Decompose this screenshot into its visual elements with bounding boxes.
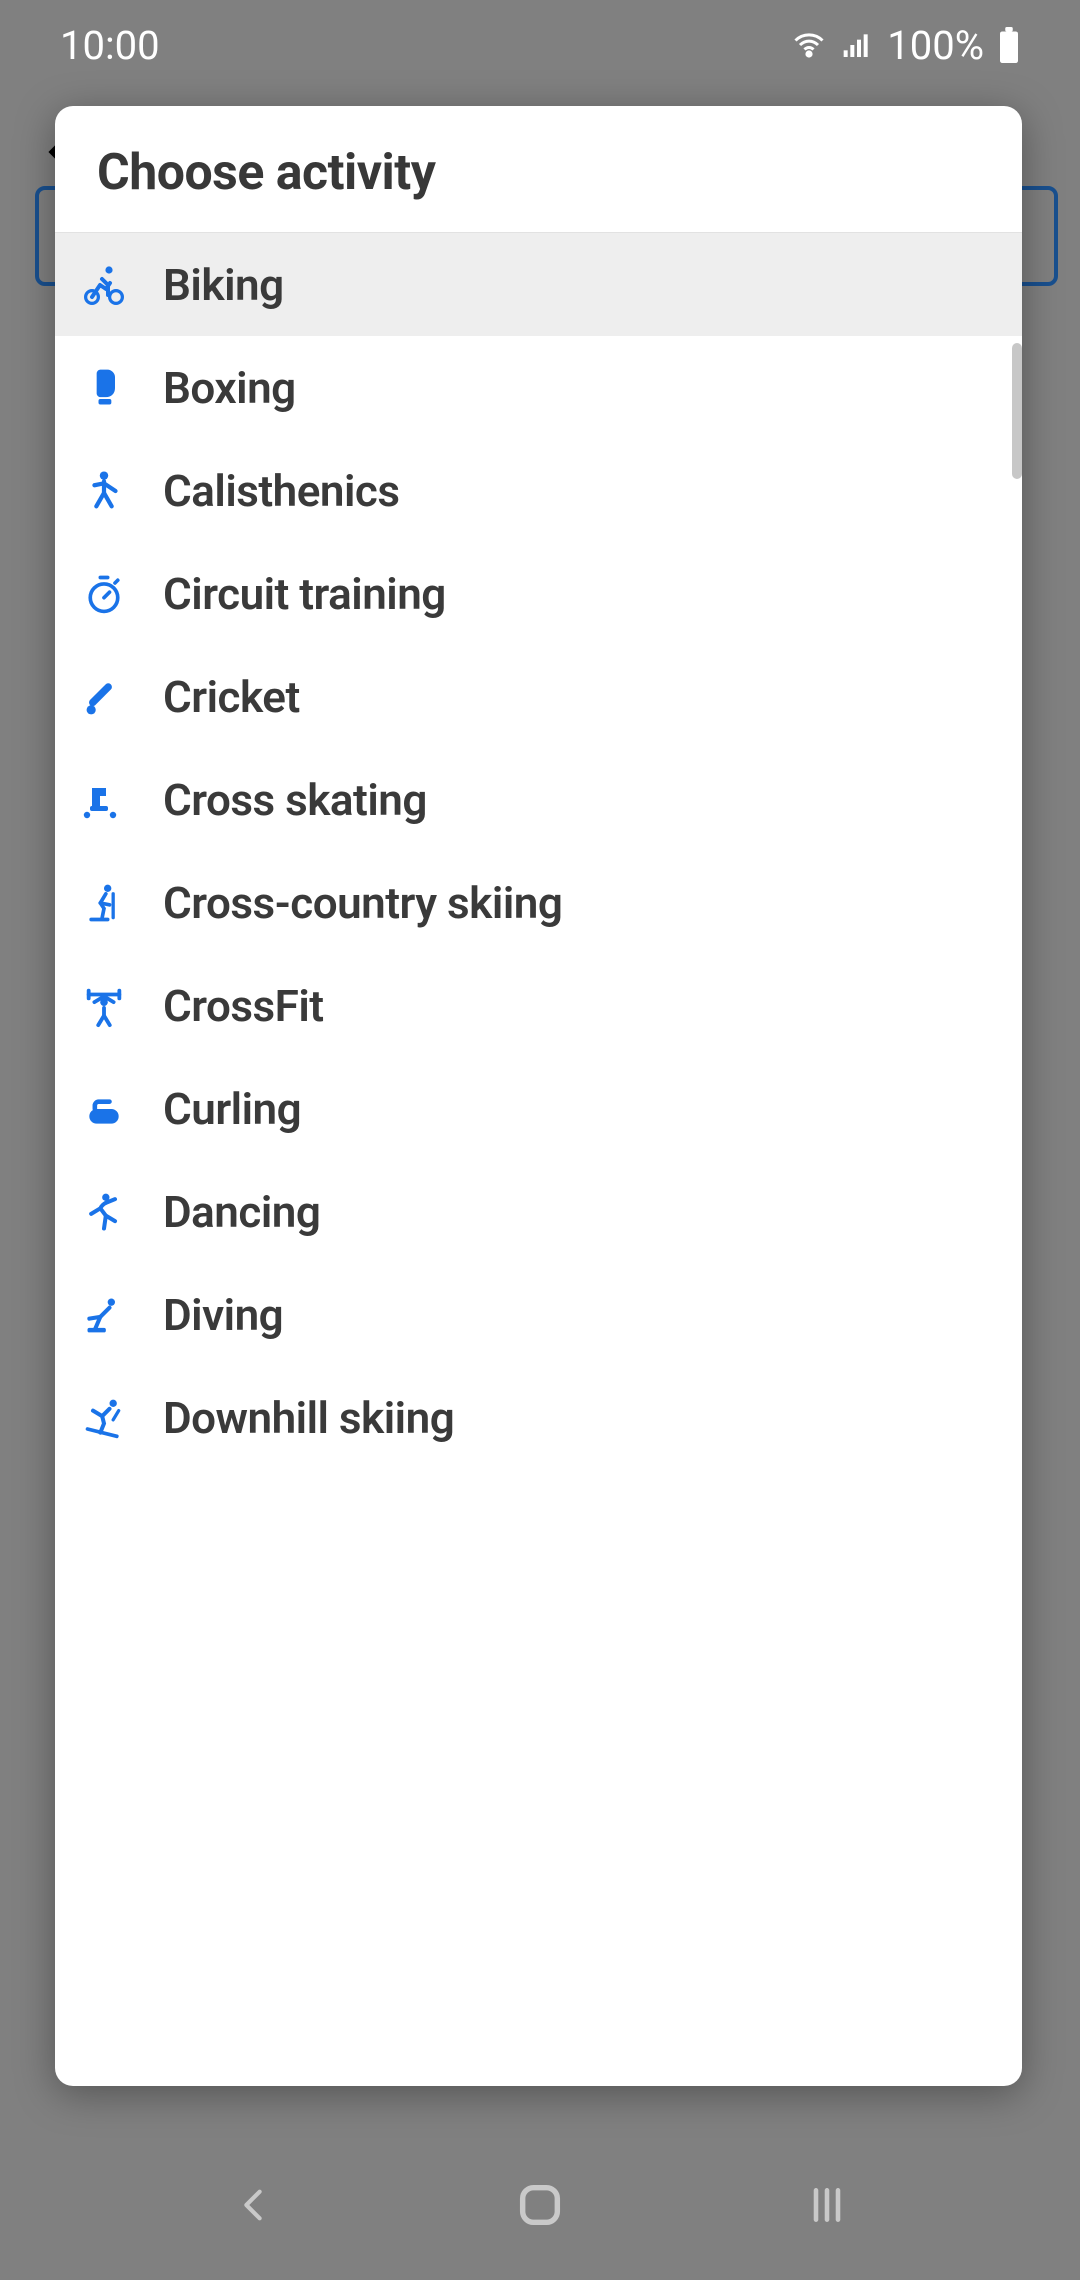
- activity-item[interactable]: Cross skating: [55, 748, 1022, 851]
- choose-activity-dialog: Choose activity Biking Boxing Calisthenics…: [55, 106, 1022, 2086]
- status-time: 10:00: [60, 22, 160, 69]
- dialog-header: Choose activity: [55, 106, 1022, 233]
- activity-list[interactable]: Biking Boxing Calisthenics Circuit training…: [55, 233, 1022, 2086]
- activity-item[interactable]: Biking: [55, 233, 1022, 336]
- signal-icon: [841, 29, 873, 61]
- cricket-icon: [79, 672, 129, 722]
- activity-label: Diving: [163, 1289, 283, 1341]
- diving-icon: [79, 1290, 129, 1340]
- activity-label: CrossFit: [163, 980, 324, 1032]
- status-right: 100%: [791, 22, 1020, 69]
- activity-label: Cross skating: [163, 774, 427, 826]
- boxing-icon: [79, 363, 129, 413]
- scrollbar-thumb[interactable]: [1012, 343, 1022, 479]
- activity-item[interactable]: Dancing: [55, 1160, 1022, 1263]
- activity-label: Biking: [163, 259, 284, 311]
- activity-label: Circuit training: [163, 568, 446, 620]
- activity-label: Dancing: [163, 1186, 320, 1238]
- nav-home-button[interactable]: [500, 2165, 580, 2245]
- downhill-ski-icon: [79, 1393, 129, 1443]
- activity-item[interactable]: Cross-country skiing: [55, 851, 1022, 954]
- activity-item[interactable]: Boxing: [55, 336, 1022, 439]
- activity-item[interactable]: Circuit training: [55, 542, 1022, 645]
- battery-text: 100%: [887, 22, 984, 69]
- dancing-icon: [79, 1187, 129, 1237]
- activity-label: Cross-country skiing: [163, 877, 562, 929]
- curling-icon: [79, 1084, 129, 1134]
- calisthenics-icon: [79, 466, 129, 516]
- activity-item[interactable]: Calisthenics: [55, 439, 1022, 542]
- activity-label: Cricket: [163, 671, 300, 723]
- activity-label: Downhill skiing: [163, 1392, 454, 1444]
- status-bar: 10:00 100%: [0, 0, 1080, 90]
- activity-item[interactable]: Curling: [55, 1057, 1022, 1160]
- skating-icon: [79, 775, 129, 825]
- wifi-icon: [791, 27, 827, 63]
- crossfit-icon: [79, 981, 129, 1031]
- dialog-title: Choose activity: [97, 144, 980, 202]
- activity-label: Curling: [163, 1083, 301, 1135]
- activity-item[interactable]: Diving: [55, 1263, 1022, 1366]
- activity-item[interactable]: CrossFit: [55, 954, 1022, 1057]
- activity-label: Boxing: [163, 362, 296, 414]
- activity-item[interactable]: Cricket: [55, 645, 1022, 748]
- nav-back-button[interactable]: [213, 2165, 293, 2245]
- activity-label: Calisthenics: [163, 465, 399, 517]
- battery-icon: [998, 27, 1020, 63]
- biking-icon: [79, 260, 129, 310]
- system-nav-bar: [0, 2130, 1080, 2280]
- nav-recents-button[interactable]: [787, 2165, 867, 2245]
- stopwatch-icon: [79, 569, 129, 619]
- activity-item[interactable]: Downhill skiing: [55, 1366, 1022, 1469]
- cross-country-ski-icon: [79, 878, 129, 928]
